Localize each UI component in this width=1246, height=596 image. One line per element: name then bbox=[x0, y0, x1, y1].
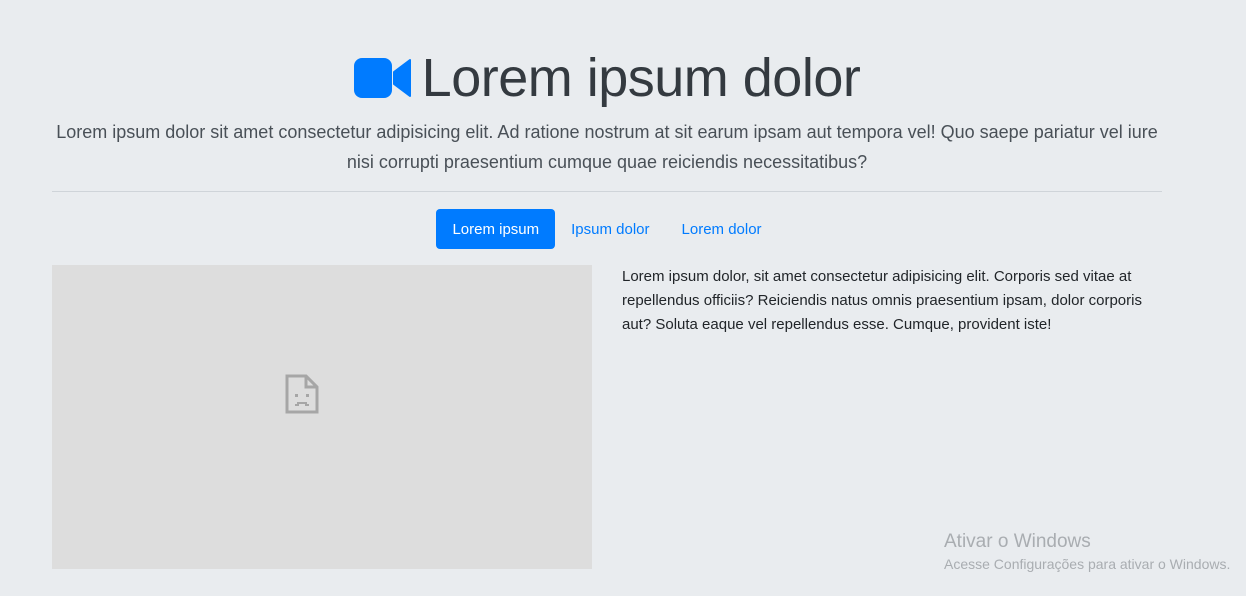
tab-ipsum-dolor[interactable]: Ipsum dolor bbox=[555, 209, 665, 249]
tab-nav: Lorem ipsum Ipsum dolor Lorem dolor bbox=[0, 209, 1214, 249]
video-camera-icon bbox=[353, 58, 411, 98]
watermark-subtitle: Acesse Configurações para ativar o Windo… bbox=[944, 556, 1231, 572]
windows-activation-watermark: Ativar o Windows Acesse Configurações pa… bbox=[944, 530, 1230, 574]
tab-lorem-dolor[interactable]: Lorem dolor bbox=[666, 209, 778, 249]
media-placeholder bbox=[52, 265, 592, 569]
broken-page-icon bbox=[285, 374, 319, 414]
content-text: Lorem ipsum dolor, sit amet consectetur … bbox=[622, 268, 1142, 333]
divider bbox=[52, 191, 1162, 192]
tab-lorem-ipsum[interactable]: Lorem ipsum bbox=[436, 209, 556, 249]
lead-paragraph: Lorem ipsum dolor sit amet consectetur a… bbox=[56, 122, 1158, 172]
page-title: Lorem ipsum dolor bbox=[421, 48, 861, 108]
page: Lorem ipsum dolor Lorem ipsum dolor sit … bbox=[0, 0, 1246, 596]
watermark-title: Ativar o Windows bbox=[944, 531, 1091, 552]
title-row: Lorem ipsum dolor bbox=[52, 48, 1162, 108]
